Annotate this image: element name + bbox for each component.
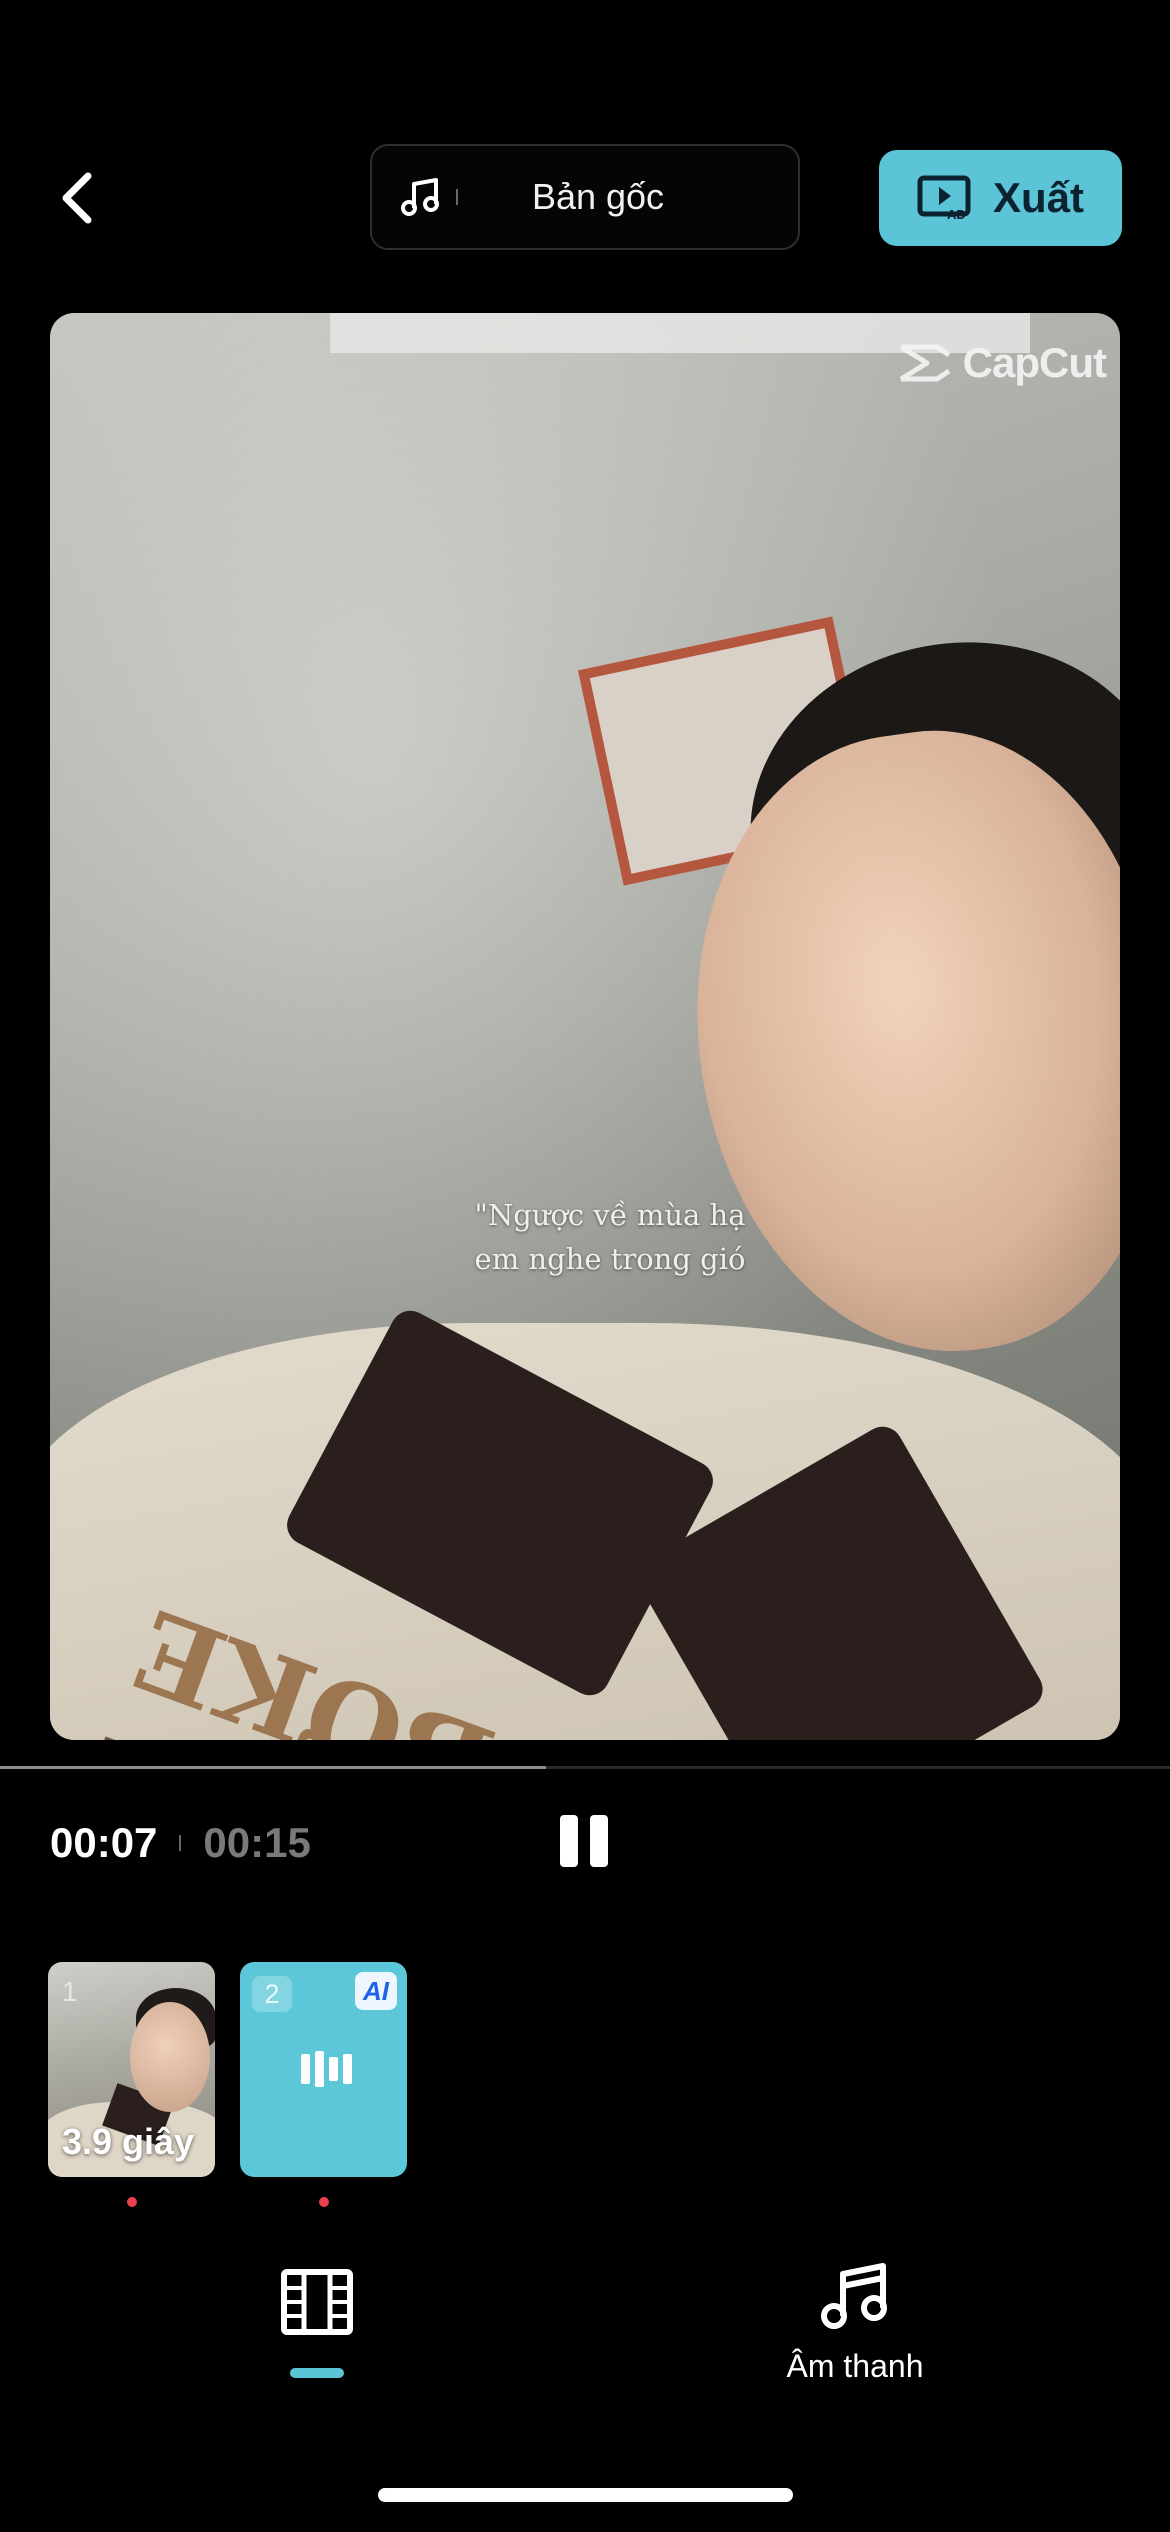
clip-number: 2 — [252, 1976, 292, 2012]
pause-icon — [560, 1815, 578, 1867]
caption-line-1: "Ngược về mùa hạ — [474, 1198, 746, 1232]
tab-audio-label: Âm thanh — [786, 2348, 924, 2384]
caption-line-2: em nghe trong gió — [474, 1242, 746, 1276]
clip-thumbnail-2[interactable]: 2 AI — [240, 1962, 407, 2177]
chevron-left-icon — [62, 172, 92, 224]
home-indicator[interactable] — [378, 2488, 793, 2502]
time-separator — [179, 1835, 182, 1851]
total-time: 00:15 — [203, 1819, 311, 1866]
pause-icon — [590, 1815, 608, 1867]
capcut-logo-icon — [899, 344, 951, 382]
capcut-watermark: CapCut — [897, 339, 1107, 387]
svg-text:AD: AD — [947, 207, 966, 221]
export-button[interactable]: AD Xuất — [879, 150, 1122, 246]
pause-button[interactable] — [560, 1815, 612, 1867]
clip-marker-dot — [127, 2197, 137, 2207]
tab-clips[interactable] — [280, 2268, 354, 2336]
clip-marker-dot — [319, 2197, 329, 2207]
music-note-icon — [386, 146, 456, 248]
watermark-text: CapCut — [962, 339, 1107, 386]
clip-duration: 3.9 giây — [62, 2121, 195, 2162]
ai-badge: AI — [355, 1972, 397, 2010]
active-tab-indicator — [290, 2368, 344, 2378]
clip-thumb-face — [130, 2002, 210, 2112]
video-preview[interactable]: BƠKE 2022-202 CapCut "Ngược về mùa hạ em… — [50, 313, 1120, 1740]
audio-bars-icon — [301, 2051, 352, 2087]
clip-number: 1 — [62, 1976, 78, 2007]
audio-source-selector[interactable]: Bản gốc — [370, 144, 800, 250]
film-strip-icon — [281, 2269, 353, 2335]
clip-thumbnail-1[interactable]: 1 3.9 giây — [48, 1962, 215, 2177]
current-time: 00:07 — [50, 1819, 158, 1866]
time-display: 00:07 00:15 — [50, 1808, 311, 1878]
back-button[interactable] — [48, 160, 108, 236]
playback-progress-fill — [0, 1766, 547, 1769]
export-video-icon: AD — [917, 175, 971, 221]
audio-source-label: Bản gốc — [531, 176, 665, 217]
video-caption: "Ngược về mùa hạ em nghe trong gió — [420, 1193, 800, 1281]
tab-audio[interactable]: Âm thanh — [770, 2262, 940, 2392]
music-note-icon — [821, 2263, 887, 2329]
export-label: Xuất — [992, 174, 1084, 221]
